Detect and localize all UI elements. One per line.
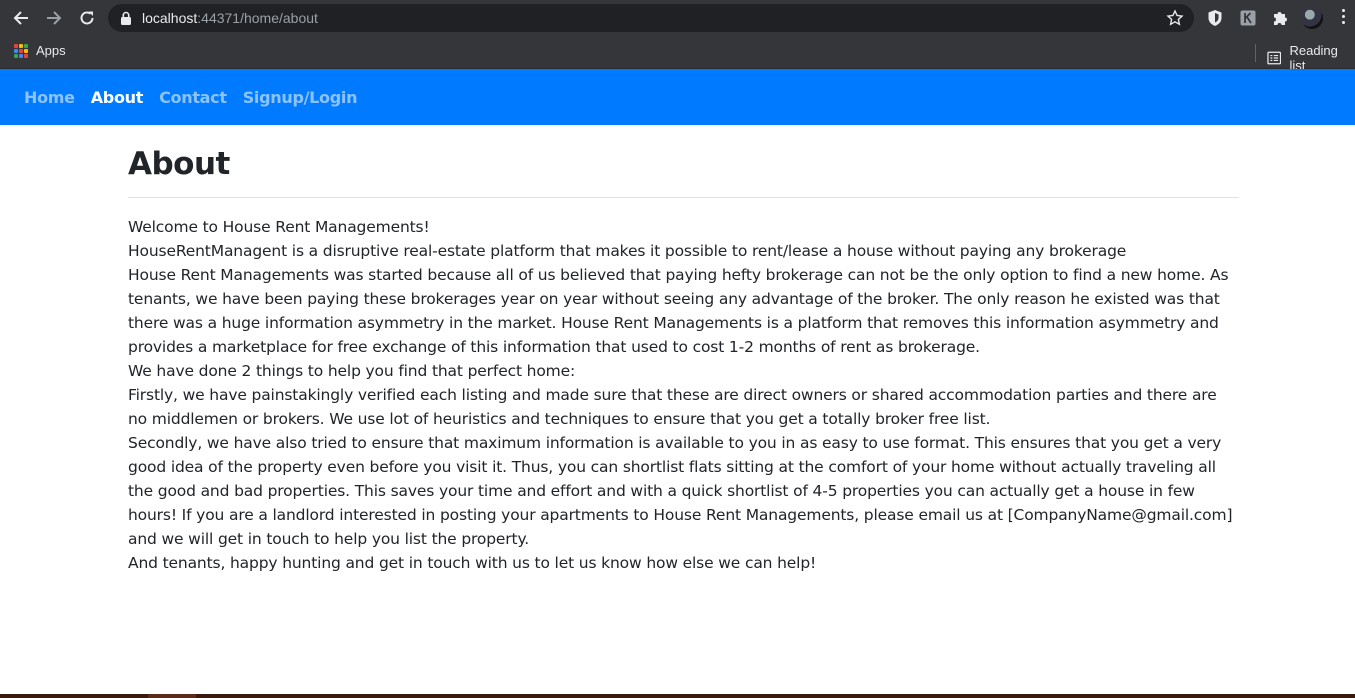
nav-link-home[interactable]: Home: [24, 88, 75, 107]
profile-avatar[interactable]: [1301, 7, 1323, 29]
apps-bookmark[interactable]: Apps: [14, 43, 66, 58]
reading-list-icon: [1267, 51, 1282, 65]
about-body: Welcome to House Rent Managements! House…: [128, 215, 1239, 575]
back-arrow-icon[interactable]: [9, 6, 33, 30]
nav-link-signup-login[interactable]: Signup/Login: [243, 88, 358, 107]
bookmark-star-icon[interactable]: [1166, 9, 1184, 32]
site-navbar: Home About Contact Signup/Login: [0, 69, 1355, 125]
main-content: About Welcome to House Rent Managements!…: [128, 125, 1239, 575]
about-paragraph-secondly: Secondly, we have also tried to ensure t…: [128, 434, 1233, 548]
extensions-puzzle-icon[interactable]: [1270, 8, 1290, 28]
nav-link-about[interactable]: About: [91, 88, 144, 107]
about-paragraph-firstly: Firstly, we have painstakingly verified …: [128, 386, 1217, 428]
shield-extension-icon[interactable]: [1205, 8, 1225, 28]
apps-grid-icon: [14, 43, 28, 58]
address-url: localhost:44371/home/about: [142, 10, 318, 26]
browser-menu-icon[interactable]: [1339, 9, 1347, 27]
k-extension-icon[interactable]: [1238, 8, 1258, 28]
about-paragraph-intro: HouseRentManagent is a disruptive real-e…: [128, 242, 1127, 260]
address-bar[interactable]: localhost:44371/home/about: [108, 4, 1194, 32]
about-paragraph-two-things: We have done 2 things to help you find t…: [128, 362, 576, 380]
bookmarks-bar: Apps Reading list: [0, 36, 1355, 73]
title-divider: [128, 197, 1239, 198]
about-paragraph-history: House Rent Managements was started becau…: [128, 266, 1229, 356]
about-paragraph-closing: And tenants, happy hunting and get in to…: [128, 554, 817, 572]
taskbar-edge: [0, 694, 1355, 698]
browser-toolbar: localhost:44371/home/about: [0, 0, 1355, 36]
about-paragraph-welcome: Welcome to House Rent Managements!: [128, 218, 430, 236]
reload-icon[interactable]: [75, 6, 99, 30]
bookmarks-divider: [1255, 44, 1256, 62]
apps-label: Apps: [36, 43, 66, 58]
nav-link-contact[interactable]: Contact: [159, 88, 227, 107]
page-title: About: [128, 146, 230, 182]
lock-icon[interactable]: [120, 11, 132, 30]
forward-arrow-icon[interactable]: [42, 6, 66, 30]
